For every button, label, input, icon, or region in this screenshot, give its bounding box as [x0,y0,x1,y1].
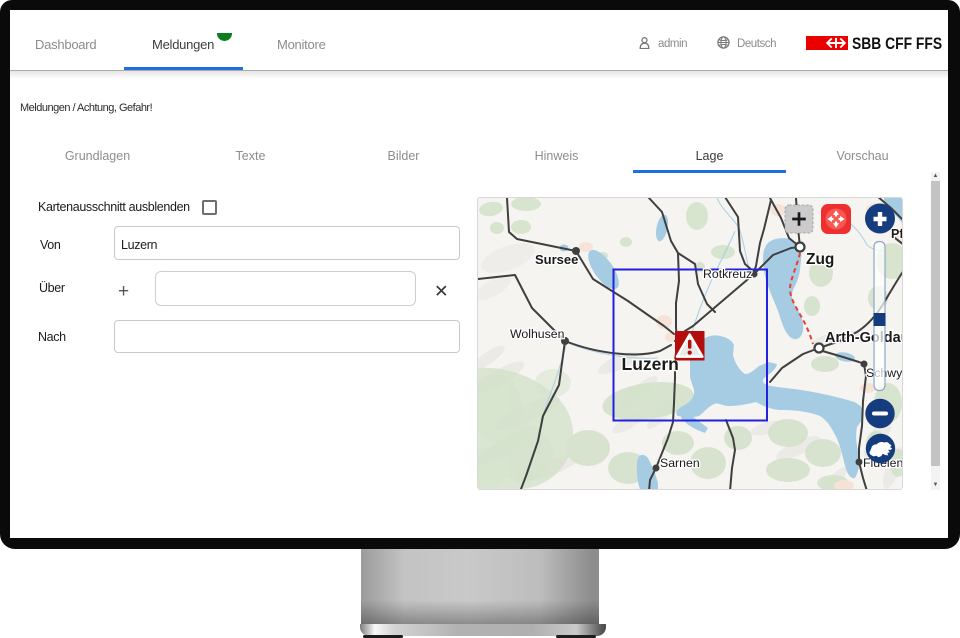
svg-text:Wolhusen: Wolhusen [510,327,565,341]
svg-text:Sarnen: Sarnen [660,456,700,470]
svg-text:Sursee: Sursee [535,252,578,267]
svg-text:Pfäffikon: Pfäffikon [891,227,902,241]
svg-text:Arth-Goldau: Arth-Goldau [825,330,902,346]
svg-text:Rotkreuz: Rotkreuz [703,267,752,281]
svg-text:Zug: Zug [806,251,834,268]
svg-text:Luzern: Luzern [622,354,679,374]
